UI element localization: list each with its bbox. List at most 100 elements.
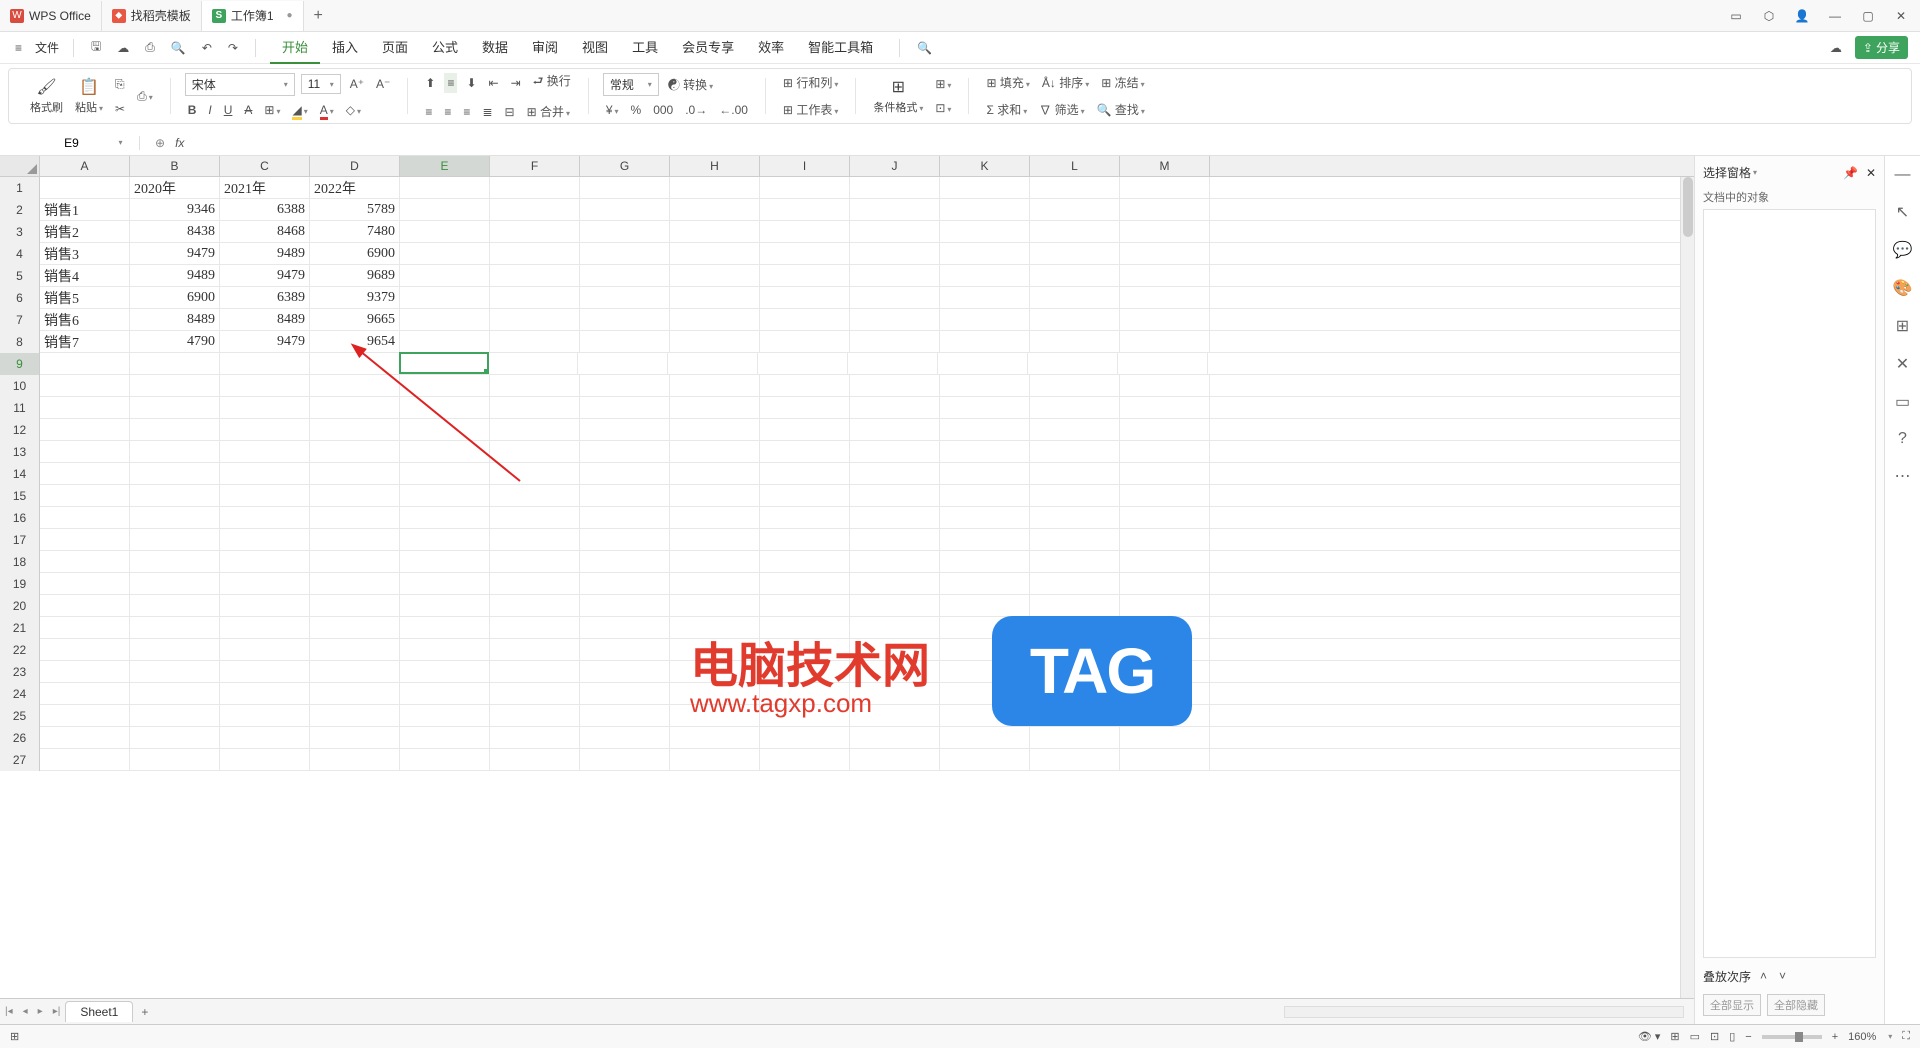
spreadsheet-grid[interactable]: ABCDEFGHIJKLM 12020年2021年2022年2销售1934663… — [0, 156, 1694, 1024]
cell[interactable] — [670, 639, 760, 661]
zoom-in-button[interactable]: + — [1832, 1031, 1838, 1043]
column-header[interactable]: G — [580, 156, 670, 176]
cell[interactable] — [940, 507, 1030, 529]
cell[interactable]: 7480 — [310, 221, 400, 243]
increase-decimal-icon[interactable]: ←.00 — [716, 100, 751, 120]
cell[interactable] — [400, 573, 490, 595]
paste-button[interactable]: 📋粘贴▾ — [72, 75, 106, 117]
cell[interactable] — [580, 639, 670, 661]
sheet-tab[interactable]: Sheet1 — [65, 1001, 133, 1022]
title-tab[interactable]: ⬥找稻壳模板 — [102, 1, 202, 31]
cell[interactable] — [580, 749, 670, 771]
cell[interactable] — [1120, 463, 1210, 485]
cell[interactable] — [580, 705, 670, 727]
cell[interactable] — [760, 485, 850, 507]
cell[interactable] — [490, 661, 580, 683]
rowcol-button[interactable]: ⊞ 行和列▾ — [780, 71, 841, 94]
cell[interactable] — [760, 199, 850, 221]
row-header[interactable]: 13 — [0, 441, 40, 463]
cell[interactable] — [580, 529, 670, 551]
cell[interactable] — [130, 375, 220, 397]
cell[interactable] — [850, 441, 940, 463]
row-header[interactable]: 9 — [0, 353, 40, 375]
cell[interactable] — [760, 683, 850, 705]
cell[interactable] — [668, 353, 758, 375]
filter-button[interactable]: ∇ 筛选▾ — [1036, 98, 1087, 121]
cell[interactable] — [850, 331, 940, 353]
cell[interactable] — [490, 221, 580, 243]
cell[interactable] — [760, 265, 850, 287]
row-header[interactable]: 22 — [0, 639, 40, 661]
cell[interactable] — [670, 727, 760, 749]
cell[interactable] — [850, 375, 940, 397]
cell[interactable] — [310, 441, 400, 463]
cell[interactable] — [760, 749, 850, 771]
print-icon[interactable]: ⎙ — [142, 40, 158, 55]
transpose-button[interactable]: ☯ 转换▾ — [665, 73, 716, 96]
cell[interactable] — [580, 331, 670, 353]
cell[interactable] — [1120, 419, 1210, 441]
row-header[interactable]: 6 — [0, 287, 40, 309]
cell[interactable] — [220, 397, 310, 419]
column-header[interactable]: H — [670, 156, 760, 176]
strike-icon[interactable]: A — [241, 100, 255, 120]
close-pane-icon[interactable]: ✕ — [1866, 166, 1876, 180]
column-header[interactable]: A — [40, 156, 130, 176]
select-all-corner[interactable] — [0, 156, 40, 176]
cell[interactable] — [490, 287, 580, 309]
cell[interactable] — [670, 265, 760, 287]
cell[interactable]: 销售5 — [40, 287, 130, 309]
hide-all-button[interactable]: 全部隐藏 — [1767, 994, 1825, 1016]
cell[interactable] — [490, 749, 580, 771]
cell[interactable] — [1030, 507, 1120, 529]
cell[interactable]: 5789 — [310, 199, 400, 221]
cell[interactable] — [580, 441, 670, 463]
cell[interactable] — [850, 177, 940, 199]
cell[interactable] — [760, 397, 850, 419]
cell[interactable] — [1030, 243, 1120, 265]
cell[interactable] — [940, 397, 1030, 419]
row-header[interactable]: 2 — [0, 199, 40, 221]
align-middle-icon[interactable]: ≡ — [444, 73, 457, 93]
close-button[interactable]: ✕ — [1892, 9, 1910, 23]
cell[interactable] — [310, 617, 400, 639]
new-tab-button[interactable]: + — [304, 7, 333, 25]
cell[interactable]: 2022年 — [310, 177, 400, 199]
cell[interactable] — [400, 177, 490, 199]
cell[interactable] — [670, 221, 760, 243]
cell[interactable] — [400, 485, 490, 507]
move-down-icon[interactable]: ˅ — [1776, 966, 1789, 986]
cell[interactable] — [760, 463, 850, 485]
cell[interactable] — [1120, 727, 1210, 749]
cell[interactable] — [1030, 419, 1120, 441]
border-icon[interactable]: ⊞▾ — [261, 100, 283, 120]
cell[interactable] — [310, 661, 400, 683]
cell[interactable] — [1120, 287, 1210, 309]
cell[interactable] — [220, 595, 310, 617]
cell[interactable] — [400, 705, 490, 727]
cell[interactable] — [760, 529, 850, 551]
cell[interactable] — [1030, 573, 1120, 595]
cell[interactable] — [40, 353, 130, 375]
cell[interactable] — [130, 749, 220, 771]
vertical-scrollbar[interactable] — [1680, 177, 1694, 998]
cell[interactable]: 销售3 — [40, 243, 130, 265]
title-tab[interactable]: WWPS Office — [0, 1, 102, 31]
find-button[interactable]: 🔍 查找▾ — [1094, 98, 1148, 121]
cell[interactable] — [130, 617, 220, 639]
indent-left-icon[interactable]: ⇤ — [486, 73, 502, 93]
cell[interactable] — [670, 705, 760, 727]
cell[interactable] — [130, 397, 220, 419]
cell[interactable] — [310, 639, 400, 661]
cell[interactable]: 9346 — [130, 199, 220, 221]
cell[interactable] — [310, 551, 400, 573]
cell[interactable] — [670, 617, 760, 639]
cell[interactable] — [130, 639, 220, 661]
cell[interactable] — [40, 705, 130, 727]
select-tool-icon[interactable]: ↖ — [1896, 202, 1909, 222]
cell[interactable] — [220, 683, 310, 705]
cell[interactable] — [220, 463, 310, 485]
row-header[interactable]: 4 — [0, 243, 40, 265]
cell[interactable] — [670, 749, 760, 771]
cell[interactable] — [400, 463, 490, 485]
